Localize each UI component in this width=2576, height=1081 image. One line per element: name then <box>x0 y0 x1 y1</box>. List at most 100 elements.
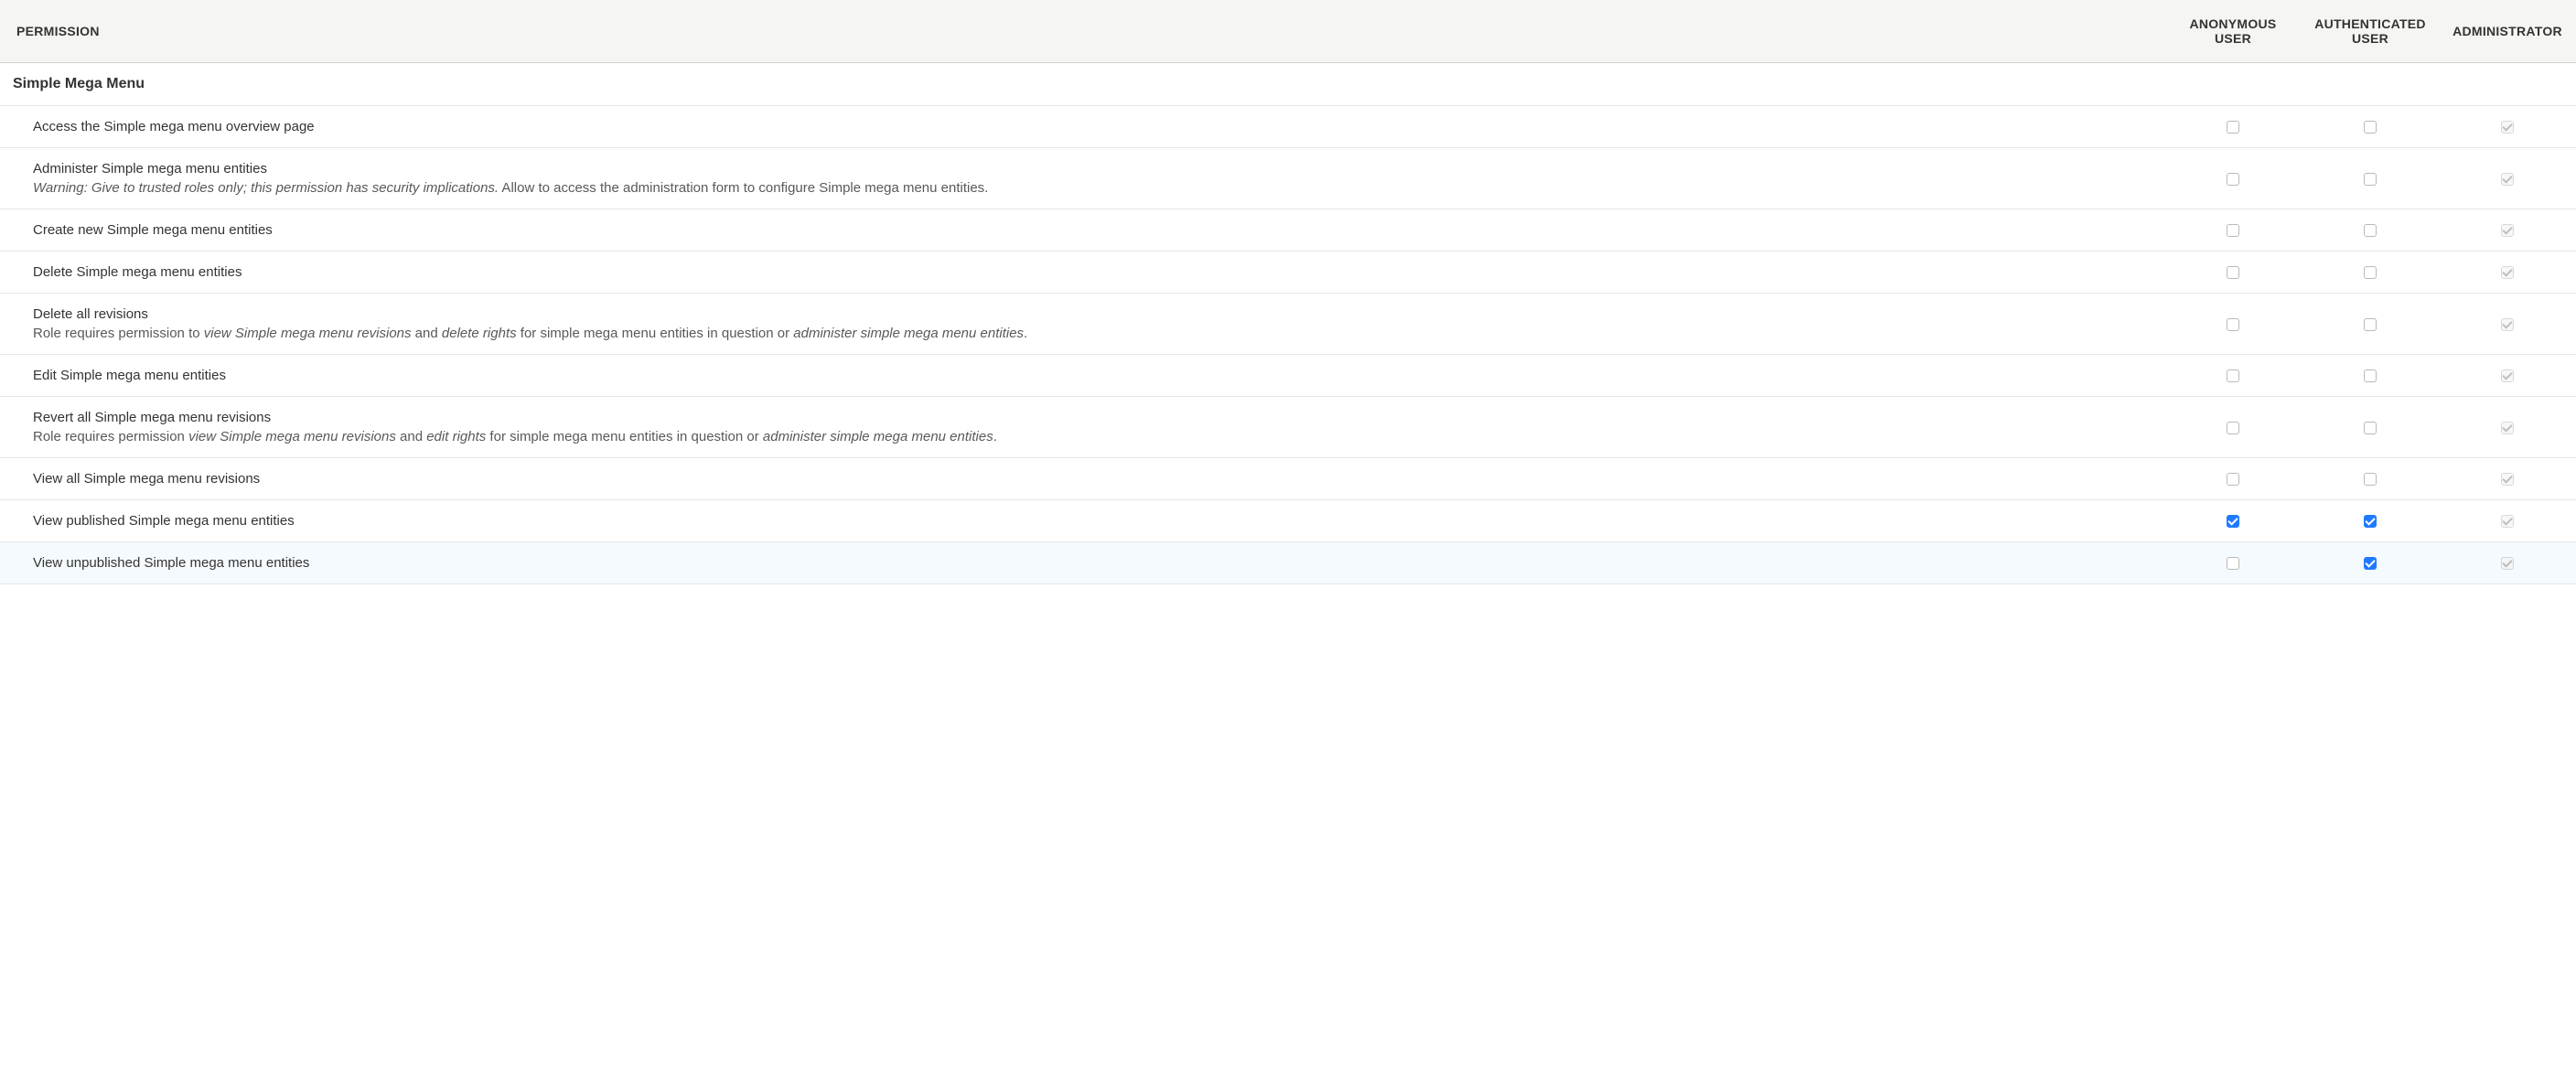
permission-description-text: for simple mega menu entities in questio… <box>486 429 763 444</box>
permission-title: Revert all Simple mega menu revisions <box>33 410 2155 425</box>
permission-checkbox[interactable] <box>2227 224 2239 237</box>
permission-checkbox[interactable] <box>2227 422 2239 434</box>
permission-row: View published Simple mega menu entities <box>0 500 2576 542</box>
permission-row: Revert all Simple mega menu revisions Rol… <box>0 397 2576 458</box>
permission-checkbox <box>2501 266 2514 279</box>
permission-checkbox <box>2501 557 2514 570</box>
permission-checkbox[interactable] <box>2364 173 2377 186</box>
permission-role-cell <box>2439 397 2576 458</box>
permission-cell: Delete all revisionsRole requires permis… <box>0 294 2164 355</box>
permission-checkbox <box>2501 224 2514 237</box>
permission-checkbox[interactable] <box>2364 557 2377 570</box>
permission-description-text: Allow to access the administration form … <box>499 180 988 196</box>
permission-description-italic: delete rights <box>442 326 517 341</box>
permission-description-text: Role requires permission to <box>33 326 204 341</box>
permission-checkbox[interactable] <box>2227 557 2239 570</box>
permission-role-cell <box>2164 542 2302 584</box>
permission-checkbox[interactable] <box>2364 369 2377 382</box>
permission-checkbox[interactable] <box>2227 266 2239 279</box>
permission-title: Administer Simple mega menu entities <box>33 161 2155 177</box>
permission-checkbox <box>2501 318 2514 331</box>
permission-checkbox[interactable] <box>2227 121 2239 134</box>
permission-checkbox[interactable] <box>2364 473 2377 486</box>
permissions-table: Permission Anonymous user Authenticated … <box>0 0 2576 584</box>
permission-title: Create new Simple mega menu entities <box>33 222 2155 238</box>
permission-checkbox[interactable] <box>2364 422 2377 434</box>
permission-checkbox <box>2501 121 2514 134</box>
permission-checkbox <box>2501 422 2514 434</box>
permission-role-cell <box>2164 500 2302 542</box>
permission-checkbox <box>2501 473 2514 486</box>
permission-role-cell <box>2439 209 2576 252</box>
permission-row: View unpublished Simple mega menu entiti… <box>0 542 2576 584</box>
permission-role-cell <box>2164 458 2302 500</box>
permission-role-cell <box>2164 209 2302 252</box>
permission-description-italic: Warning: Give to trusted roles only; thi… <box>33 180 499 196</box>
permission-cell: Revert all Simple mega menu revisions Rol… <box>0 397 2164 458</box>
col-header-anonymous: Anonymous user <box>2164 0 2302 63</box>
permission-title: View published Simple mega menu entities <box>33 513 2155 529</box>
permission-role-cell <box>2439 500 2576 542</box>
permission-row: Delete Simple mega menu entities <box>0 252 2576 294</box>
permission-row: Create new Simple mega menu entities <box>0 209 2576 252</box>
permission-role-cell <box>2439 148 2576 209</box>
permission-title: View all Simple mega menu revisions <box>33 471 2155 487</box>
permission-checkbox[interactable] <box>2227 369 2239 382</box>
permission-cell: Edit Simple mega menu entities <box>0 355 2164 397</box>
permission-role-cell <box>2302 294 2439 355</box>
permission-role-cell <box>2302 542 2439 584</box>
permission-title: Edit Simple mega menu entities <box>33 368 2155 383</box>
permission-checkbox[interactable] <box>2227 473 2239 486</box>
permission-description-italic: view Simple mega menu revisions <box>188 429 396 444</box>
permission-checkbox[interactable] <box>2227 515 2239 528</box>
permission-description: Role requires permission to view Simple … <box>33 326 2155 341</box>
permission-description: Warning: Give to trusted roles only; thi… <box>33 180 2155 196</box>
permission-description-text: Role requires permission <box>33 429 188 444</box>
permission-role-cell <box>2439 294 2576 355</box>
permission-cell: Delete Simple mega menu entities <box>0 252 2164 294</box>
permission-role-cell <box>2164 106 2302 148</box>
permission-role-cell <box>2302 252 2439 294</box>
col-header-authenticated: Authenticated user <box>2302 0 2439 63</box>
permission-row: Delete all revisionsRole requires permis… <box>0 294 2576 355</box>
permission-role-cell <box>2302 209 2439 252</box>
permission-checkbox[interactable] <box>2364 224 2377 237</box>
permission-role-cell <box>2439 458 2576 500</box>
permission-role-cell <box>2164 148 2302 209</box>
permission-checkbox[interactable] <box>2364 318 2377 331</box>
permission-description-italic: administer simple mega menu entities <box>793 326 1024 341</box>
permission-description: Role requires permission view Simple meg… <box>33 429 2155 444</box>
permission-checkbox[interactable] <box>2227 318 2239 331</box>
permissions-table-body: Simple Mega Menu Access the Simple mega … <box>0 63 2576 584</box>
permission-checkbox[interactable] <box>2364 515 2377 528</box>
permission-description-text: for simple mega menu entities in questio… <box>517 326 794 341</box>
permission-checkbox[interactable] <box>2364 121 2377 134</box>
permission-checkbox <box>2501 173 2514 186</box>
permission-role-cell <box>2302 500 2439 542</box>
permission-checkbox[interactable] <box>2227 173 2239 186</box>
permission-description-text: . <box>993 429 997 444</box>
permission-role-cell <box>2164 355 2302 397</box>
module-row: Simple Mega Menu <box>0 63 2576 106</box>
permission-row: Administer Simple mega menu entities Warn… <box>0 148 2576 209</box>
permission-description-italic: administer simple mega menu entities <box>763 429 993 444</box>
permission-title: Access the Simple mega menu overview pag… <box>33 119 2155 134</box>
permission-role-cell <box>2302 458 2439 500</box>
permission-checkbox <box>2501 369 2514 382</box>
col-header-administrator: Administrator <box>2439 0 2576 63</box>
permission-role-cell <box>2302 355 2439 397</box>
col-header-permission: Permission <box>0 0 2164 63</box>
permission-description-italic: view Simple mega menu revisions <box>204 326 412 341</box>
permission-cell: Create new Simple mega menu entities <box>0 209 2164 252</box>
permission-role-cell <box>2439 355 2576 397</box>
permission-role-cell <box>2164 294 2302 355</box>
permission-cell: View unpublished Simple mega menu entiti… <box>0 542 2164 584</box>
permission-role-cell <box>2302 397 2439 458</box>
permission-checkbox <box>2501 515 2514 528</box>
permission-cell: Administer Simple mega menu entities Warn… <box>0 148 2164 209</box>
permission-role-cell <box>2439 542 2576 584</box>
permission-role-cell <box>2164 252 2302 294</box>
permission-checkbox[interactable] <box>2364 266 2377 279</box>
permission-title: Delete Simple mega menu entities <box>33 264 2155 280</box>
permission-role-cell <box>2302 148 2439 209</box>
